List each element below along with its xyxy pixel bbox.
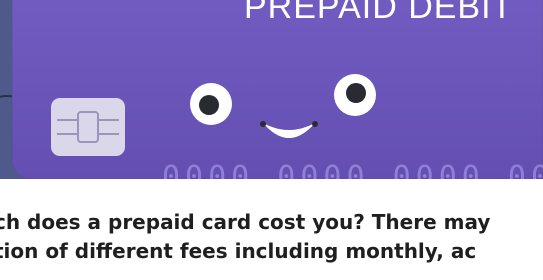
left-eye-icon [190,83,232,125]
card-title: PREPAID DEBIT [244,0,514,26]
right-eye-icon [334,74,376,116]
chip-icon [51,98,125,156]
caption-line-1: ch does a prepaid card cost you? There m… [0,210,491,234]
right-pupil [346,83,366,103]
prepaid-card: PREPAID DEBIT 0000 0000 0000 0000 [12,0,543,179]
caption-text: ch does a prepaid card cost you? There m… [0,208,543,266]
smile-icon [260,121,318,138]
illustration: PREPAID DEBIT 0000 0000 0000 0000 [0,0,543,179]
left-pupil [199,95,219,115]
card-number: 0000 0000 0000 0000 [162,160,543,179]
caption-line-2: tion of different fees including monthly… [0,239,477,263]
